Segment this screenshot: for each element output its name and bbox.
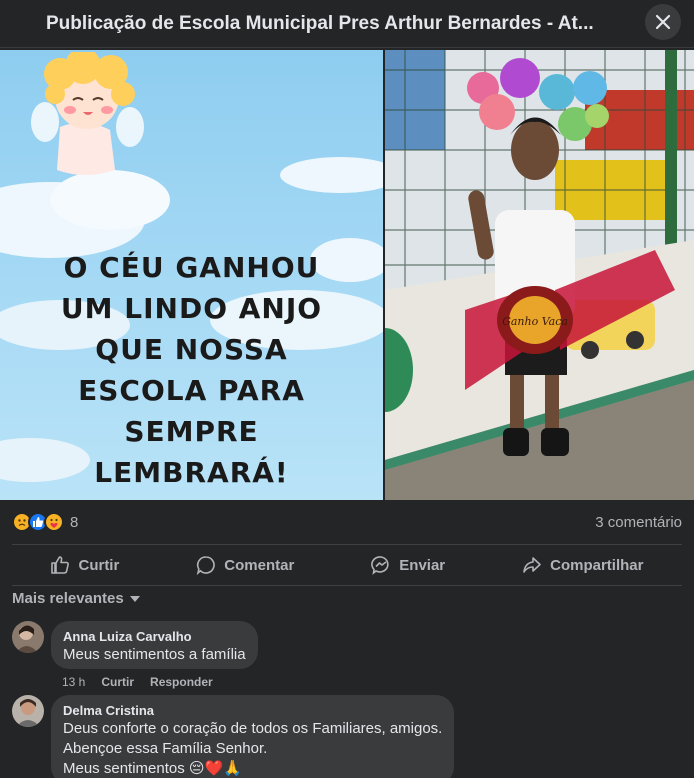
comment-text-line: Abençoe essa Família Senhor. xyxy=(63,740,268,757)
post-actions-bar: Curtir Comentar Enviar Compartilhar xyxy=(12,547,682,583)
send-label: Enviar xyxy=(399,556,446,574)
comment-author[interactable]: Delma Cristina xyxy=(63,703,442,719)
photo-scene: Ganho Vaca xyxy=(385,50,694,500)
share-arrow-icon xyxy=(523,557,541,573)
messenger-icon xyxy=(371,556,389,575)
comment-meta: 13 h Curtir Responder xyxy=(62,675,213,689)
reaction-icons[interactable]: 8 xyxy=(12,512,78,532)
like-button[interactable]: Curtir xyxy=(50,555,119,575)
comment-timestamp[interactable]: 13 h xyxy=(62,675,85,689)
comment-count-link[interactable]: 3 comentário xyxy=(595,514,682,531)
thumbs-up-icon xyxy=(51,556,70,574)
post-viewer-header: Publicação de Escola Municipal Pres Arth… xyxy=(0,0,694,48)
reaction-count: 8 xyxy=(70,513,79,531)
page-title: Publicação de Escola Municipal Pres Arth… xyxy=(46,12,594,34)
avatar[interactable] xyxy=(12,695,44,727)
candy-label: Ganho Vaca xyxy=(502,315,568,328)
poster-line: LEMBRARÁ! xyxy=(94,456,289,489)
poster-line: O CÉU GANHOU xyxy=(63,251,320,284)
comment-sort-dropdown[interactable]: Mais relevantes xyxy=(12,590,140,607)
poster-line: QUE NOSSA xyxy=(95,333,288,366)
comment-author[interactable]: Anna Luiza Carvalho xyxy=(63,629,246,645)
comment-text-line: Meus sentimentos 😔❤️🙏 xyxy=(63,760,242,777)
divider xyxy=(12,544,682,545)
post-media: O CÉU GANHOU UM LINDO ANJO QUE NOSSA ESC… xyxy=(0,50,694,500)
comment-text-line: Deus conforte o coração de todos os Fami… xyxy=(63,720,443,737)
divider xyxy=(12,585,682,586)
comment-bubble: Anna Luiza Carvalho Meus sentimentos a f… xyxy=(51,621,258,669)
share-button[interactable]: Compartilhar xyxy=(522,555,643,575)
comment-bubble: Delma Cristina Deus conforte o coração d… xyxy=(51,695,455,778)
sort-label: Mais relevantes xyxy=(12,590,124,607)
comment: Delma Cristina Deus conforte o coração d… xyxy=(12,695,455,778)
poster-line: SEMPRE xyxy=(124,415,259,448)
comment-label: Comentar xyxy=(224,556,295,574)
like-label: Curtir xyxy=(78,556,120,574)
poster-image[interactable]: O CÉU GANHOU UM LINDO ANJO QUE NOSSA ESC… xyxy=(0,50,383,500)
close-button[interactable] xyxy=(645,4,681,40)
poster-line: ESCOLA PARA xyxy=(78,374,305,407)
caret-down-icon xyxy=(129,595,140,602)
reactions-summary: 8 3 comentário xyxy=(12,508,682,536)
poster-message: O CÉU GANHOU UM LINDO ANJO QUE NOSSA ESC… xyxy=(0,247,383,493)
avatar[interactable] xyxy=(12,621,44,653)
poster-line: UM LINDO ANJO xyxy=(60,292,323,325)
angel-icon xyxy=(31,52,144,175)
send-button[interactable]: Enviar xyxy=(371,555,445,575)
comment-like-link[interactable]: Curtir xyxy=(101,675,134,689)
child-photo[interactable]: Ganho Vaca xyxy=(385,50,694,500)
close-icon xyxy=(655,14,671,30)
comment-text: Meus sentimentos a família xyxy=(63,646,246,663)
comment-reply-link[interactable]: Responder xyxy=(150,675,213,689)
care-icon xyxy=(44,512,64,532)
comment: Anna Luiza Carvalho Meus sentimentos a f… xyxy=(12,621,258,669)
comment-button[interactable]: Comentar xyxy=(196,555,294,575)
share-label: Compartilhar xyxy=(550,556,644,574)
speech-bubble-icon xyxy=(197,556,216,575)
